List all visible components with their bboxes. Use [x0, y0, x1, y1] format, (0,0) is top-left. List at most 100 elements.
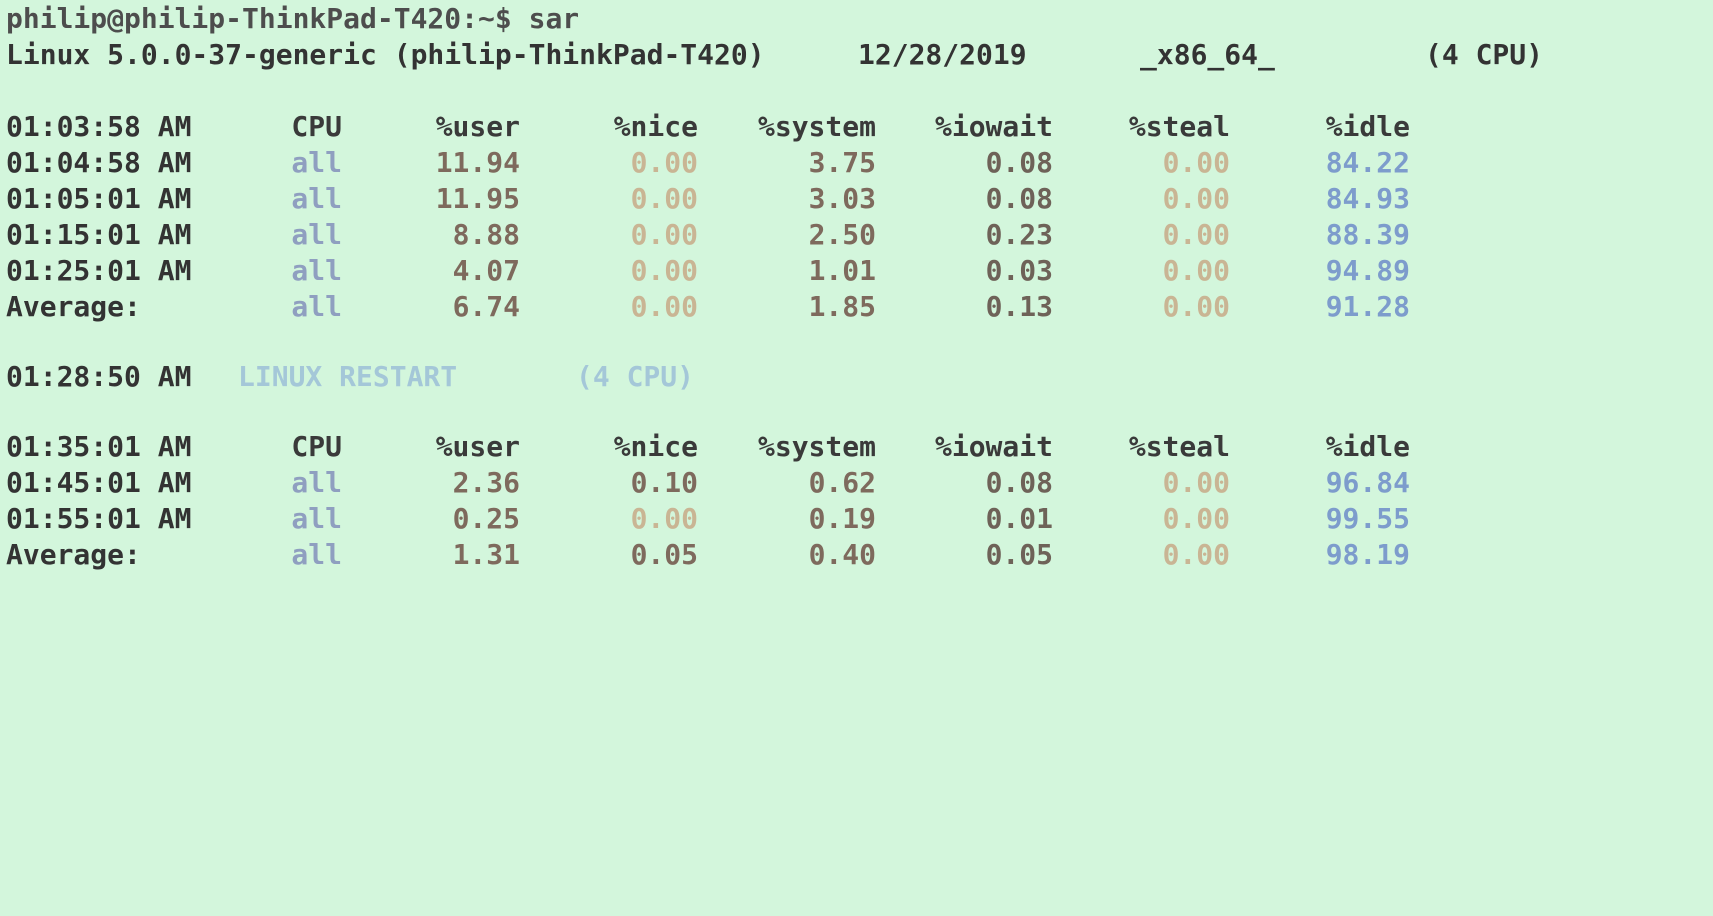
row-cpu: all	[291, 502, 342, 535]
row-nice: 0.00	[630, 182, 698, 215]
restart-cpu-count: (4 CPU)	[576, 360, 695, 393]
row-time: Average:	[6, 290, 141, 323]
row-idle: 84.93	[1325, 182, 1410, 215]
header-system: %system	[757, 110, 876, 143]
row-nice: 0.00	[630, 290, 698, 323]
row-idle: 84.22	[1325, 146, 1410, 179]
header-steal: %steal	[1128, 430, 1230, 463]
kernel-info: Linux 5.0.0-37-generic (philip-ThinkPad-…	[6, 38, 765, 71]
report-date: 12/28/2019	[858, 38, 1027, 71]
row-iowait: 0.05	[985, 538, 1053, 571]
table-row: 01:04:58 AM all 11.94 0.00 3.75 0.08 0.0…	[0, 144, 1410, 182]
header-user: %user	[435, 430, 520, 463]
row-time: Average:	[6, 538, 141, 571]
row-system: 0.19	[808, 502, 876, 535]
row-time: 01:04:58 AM	[6, 146, 192, 179]
restart-line: 01:28:50 AM LINUX RESTART (4 CPU)	[0, 358, 694, 396]
row-idle: 99.55	[1325, 502, 1410, 535]
row-cpu: all	[291, 290, 342, 323]
arch-info: _x86_64_	[1140, 38, 1275, 71]
row-iowait: 0.13	[985, 290, 1053, 323]
table-header-row: 01:35:01 AM CPU %user %nice %system %iow…	[0, 428, 1410, 466]
row-steal: 0.00	[1162, 290, 1230, 323]
row-user: 11.95	[435, 182, 520, 215]
header-time: 01:03:58 AM	[6, 110, 192, 143]
header-cpu: CPU	[291, 110, 342, 143]
row-iowait: 0.08	[985, 466, 1053, 499]
table-header-row: 01:03:58 AM CPU %user %nice %system %iow…	[0, 108, 1410, 146]
header-nice: %nice	[613, 430, 698, 463]
row-system: 3.03	[808, 182, 876, 215]
header-steal: %steal	[1128, 110, 1230, 143]
row-user: 11.94	[435, 146, 520, 179]
row-nice: 0.00	[630, 218, 698, 251]
row-steal: 0.00	[1162, 182, 1230, 215]
row-nice: 0.00	[630, 254, 698, 287]
header-idle: %idle	[1325, 430, 1410, 463]
terminal-window[interactable]: philip@philip-ThinkPad-T420:~$ sar Linux…	[0, 0, 1713, 639]
row-system: 1.85	[808, 290, 876, 323]
row-system: 0.62	[808, 466, 876, 499]
row-time: 01:15:01 AM	[6, 218, 192, 251]
row-nice: 0.10	[630, 466, 698, 499]
row-steal: 0.00	[1162, 254, 1230, 287]
row-cpu: all	[291, 146, 342, 179]
table-row: 01:25:01 AM all 4.07 0.00 1.01 0.03 0.00…	[0, 252, 1410, 290]
row-idle: 96.84	[1325, 466, 1410, 499]
row-steal: 0.00	[1162, 466, 1230, 499]
table-row: 01:55:01 AM all 0.25 0.00 0.19 0.01 0.00…	[0, 500, 1410, 538]
average-row: Average: all 6.74 0.00 1.85 0.13 0.00 91…	[0, 288, 1410, 326]
row-nice: 0.05	[630, 538, 698, 571]
row-system: 3.75	[808, 146, 876, 179]
row-nice: 0.00	[630, 146, 698, 179]
header-nice: %nice	[613, 110, 698, 143]
row-iowait: 0.23	[985, 218, 1053, 251]
row-steal: 0.00	[1162, 146, 1230, 179]
row-steal: 0.00	[1162, 218, 1230, 251]
row-cpu: all	[291, 218, 342, 251]
row-time: 01:55:01 AM	[6, 502, 192, 535]
row-cpu: all	[291, 466, 342, 499]
row-idle: 98.19	[1325, 538, 1410, 571]
row-time: 01:45:01 AM	[6, 466, 192, 499]
row-idle: 91.28	[1325, 290, 1410, 323]
row-user: 0.25	[452, 502, 520, 535]
row-user: 2.36	[452, 466, 520, 499]
row-steal: 0.00	[1162, 502, 1230, 535]
row-user: 6.74	[452, 290, 520, 323]
header-cpu: CPU	[291, 430, 342, 463]
cpu-count: (4 CPU)	[1425, 38, 1544, 71]
header-iowait: %iowait	[934, 430, 1053, 463]
average-row: Average: all 1.31 0.05 0.40 0.05 0.00 98…	[0, 536, 1410, 574]
row-time: 01:05:01 AM	[6, 182, 192, 215]
row-iowait: 0.03	[985, 254, 1053, 287]
row-cpu: all	[291, 538, 342, 571]
restart-time: 01:28:50 AM	[6, 360, 192, 393]
row-cpu: all	[291, 254, 342, 287]
row-cpu: all	[291, 182, 342, 215]
row-nice: 0.00	[630, 502, 698, 535]
row-user: 8.88	[452, 218, 520, 251]
row-system: 1.01	[808, 254, 876, 287]
table-row: 01:45:01 AM all 2.36 0.10 0.62 0.08 0.00…	[0, 464, 1410, 502]
row-iowait: 0.08	[985, 182, 1053, 215]
sysinfo-line: Linux 5.0.0-37-generic (philip-ThinkPad-…	[0, 36, 1543, 74]
row-iowait: 0.08	[985, 146, 1053, 179]
table-row: 01:05:01 AM all 11.95 0.00 3.03 0.08 0.0…	[0, 180, 1410, 218]
row-idle: 88.39	[1325, 218, 1410, 251]
row-idle: 94.89	[1325, 254, 1410, 287]
row-system: 0.40	[808, 538, 876, 571]
header-system: %system	[757, 430, 876, 463]
header-iowait: %iowait	[934, 110, 1053, 143]
restart-label: LINUX RESTART	[238, 360, 458, 393]
row-user: 4.07	[452, 254, 520, 287]
table-row: 01:15:01 AM all 8.88 0.00 2.50 0.23 0.00…	[0, 216, 1410, 254]
command-prompt-line: philip@philip-ThinkPad-T420:~$ sar	[0, 0, 579, 38]
row-time: 01:25:01 AM	[6, 254, 192, 287]
header-idle: %idle	[1325, 110, 1410, 143]
row-system: 2.50	[808, 218, 876, 251]
shell-prompt: philip@philip-ThinkPad-T420:~$ sar	[6, 2, 580, 35]
row-steal: 0.00	[1162, 538, 1230, 571]
header-time: 01:35:01 AM	[6, 430, 192, 463]
row-user: 1.31	[452, 538, 520, 571]
